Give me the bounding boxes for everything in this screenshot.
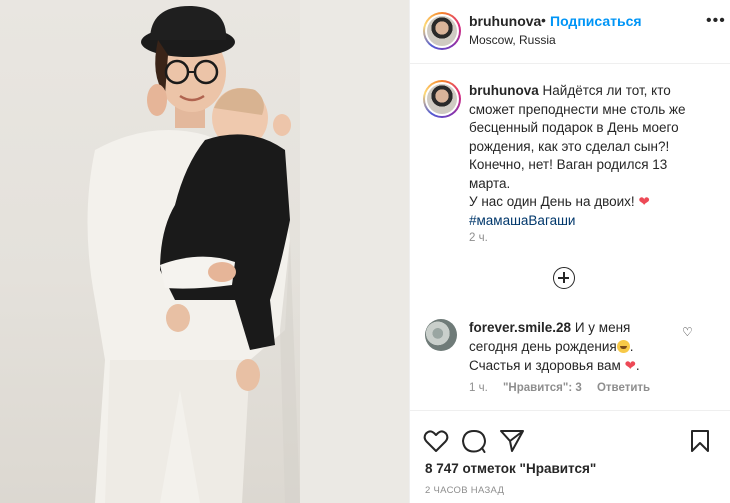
- comment-username[interactable]: forever.smile.28: [469, 320, 571, 335]
- comment-like-icon[interactable]: ♡: [682, 325, 693, 339]
- grinning-emoji-icon: [616, 340, 630, 353]
- comment-likes-count[interactable]: "Нравится": 3: [503, 382, 582, 394]
- likes-count[interactable]: 8 747 отметок "Нравится": [425, 461, 596, 476]
- comment-text: forever.smile.28 И у меня сегодня день р…: [469, 318, 669, 375]
- bookmark-icon[interactable]: [689, 429, 711, 453]
- plus-circle-icon[interactable]: [553, 267, 575, 289]
- comment-period: .: [629, 339, 634, 354]
- author-avatar[interactable]: [423, 12, 461, 50]
- comment-body-2: Счастья и здоровья вам: [469, 358, 621, 373]
- caption-avatar[interactable]: [423, 80, 461, 118]
- caption-hashtag[interactable]: #мамашаВагаши: [469, 213, 575, 228]
- commenter-avatar[interactable]: [425, 319, 457, 351]
- post-header: bruhunova • Подписаться Moscow, Russia •…: [410, 0, 730, 64]
- comment-time: 1 ч.: [469, 382, 488, 394]
- caption-time: 2 ч.: [469, 232, 488, 244]
- caption-username[interactable]: bruhunova: [469, 83, 539, 98]
- post-actions: 8 747 отметок "Нравится" 2 ЧАСОВ НАЗАД: [410, 410, 730, 503]
- comment-icon[interactable]: [461, 429, 487, 453]
- heart-icon[interactable]: [423, 429, 449, 453]
- more-options-icon[interactable]: •••: [706, 12, 726, 30]
- follow-button[interactable]: Подписаться: [550, 13, 642, 29]
- separator-dot: •: [541, 12, 546, 28]
- red-heart-emoji-icon: ❤: [638, 194, 650, 209]
- paper-plane-icon[interactable]: [499, 429, 525, 453]
- post-location[interactable]: Moscow, Russia: [469, 33, 556, 47]
- red-heart-emoji-icon: ❤: [624, 358, 636, 373]
- caption-body-2: У нас один День на двоих!: [469, 194, 635, 209]
- photo-illustration: [87, 0, 409, 503]
- comment-meta: 1 ч. "Нравится": 3 Ответить: [469, 382, 662, 394]
- post-side-panel: bruhunova • Подписаться Moscow, Russia •…: [409, 0, 730, 503]
- caption-text: bruhunova Найдётся ли тот, кто сможет пр…: [469, 82, 689, 230]
- author-username[interactable]: bruhunova: [469, 13, 541, 29]
- post-photo[interactable]: [0, 0, 409, 503]
- caption-body: Найдётся ли тот, кто сможет преподнести …: [469, 83, 686, 191]
- reply-button[interactable]: Ответить: [597, 382, 650, 394]
- post-timestamp[interactable]: 2 ЧАСОВ НАЗАД: [425, 485, 504, 496]
- comment-period-2: .: [635, 358, 640, 373]
